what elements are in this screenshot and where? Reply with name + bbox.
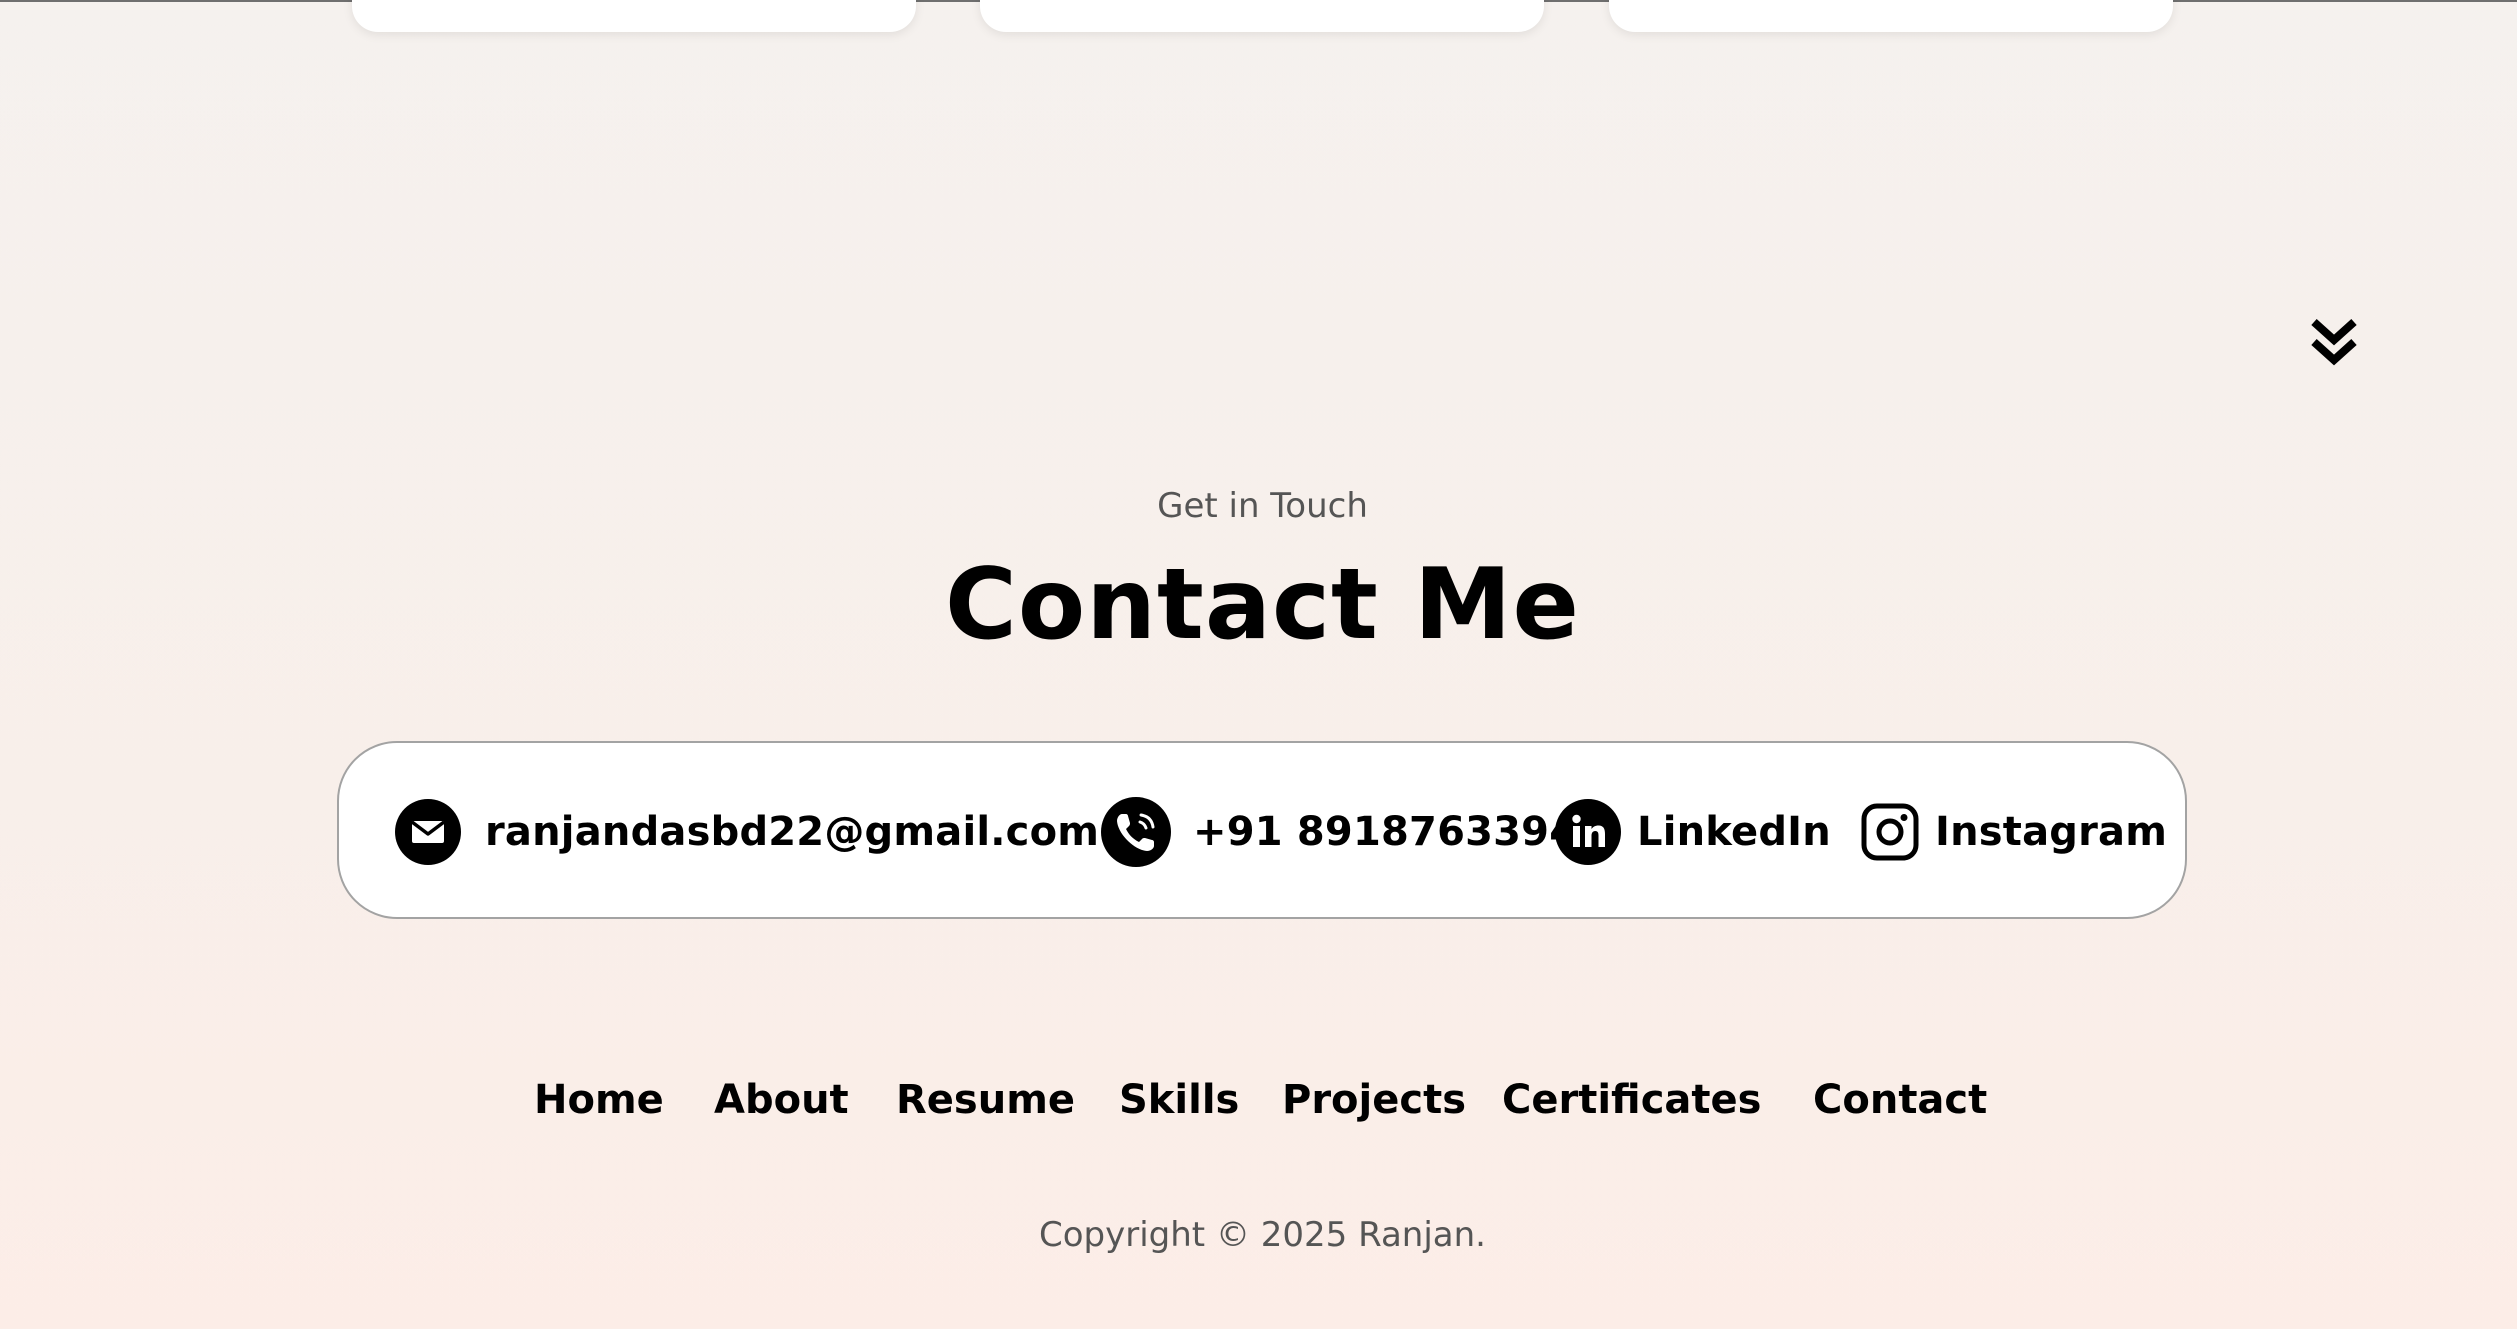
double-chevron-down-icon[interactable] <box>2308 316 2360 370</box>
project-card <box>352 0 916 32</box>
contact-card: ranjandasbd22@gmail.com +91 8918763394 L… <box>337 741 2187 919</box>
nav-home[interactable]: Home <box>534 1072 664 1128</box>
linkedin-icon <box>1555 799 1621 865</box>
instagram-label: Instagram <box>1935 809 2168 855</box>
email-link[interactable]: ranjandasbd22@gmail.com <box>395 743 1099 921</box>
project-card <box>980 0 1544 32</box>
footer-nav: Home About Resume Skills Projects Certif… <box>0 1072 2517 1128</box>
instagram-link[interactable]: Instagram <box>1861 743 2167 921</box>
nav-about[interactable]: About <box>714 1072 849 1128</box>
nav-certificates[interactable]: Certificates <box>1502 1072 1761 1128</box>
phone-link[interactable]: +91 8918763394 <box>1101 743 1577 921</box>
section-eyebrow: Get in Touch <box>1157 486 1368 526</box>
nav-projects[interactable]: Projects <box>1282 1072 1466 1128</box>
project-card <box>1609 0 2173 32</box>
linkedin-label: LinkedIn <box>1637 809 1831 855</box>
instagram-icon <box>1861 803 1919 861</box>
nav-skills[interactable]: Skills <box>1119 1072 1239 1128</box>
phone-label: +91 8918763394 <box>1193 809 1578 855</box>
nav-resume[interactable]: Resume <box>896 1072 1075 1128</box>
phone-icon <box>1101 797 1171 867</box>
section-title: Contact Me <box>944 548 1581 662</box>
mail-icon <box>395 799 461 865</box>
email-label: ranjandasbd22@gmail.com <box>485 809 1100 855</box>
copyright-text: Copyright © 2025 Ranjan. <box>1039 1215 1486 1255</box>
nav-contact[interactable]: Contact <box>1813 1072 1987 1128</box>
linkedin-link[interactable]: LinkedIn <box>1555 743 1831 921</box>
